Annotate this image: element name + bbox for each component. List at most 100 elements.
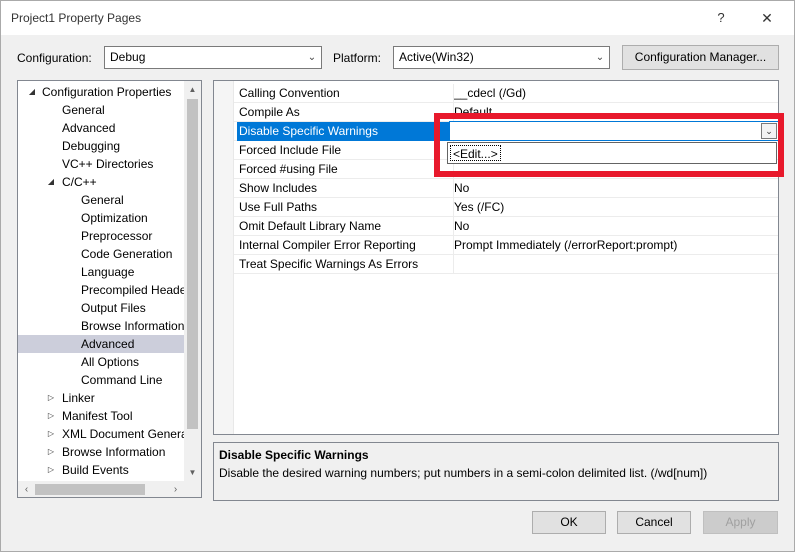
tree-item-label: Browse Information [62,445,166,459]
apply-button[interactable]: Apply [703,511,778,534]
property-value[interactable]: Default [453,103,778,122]
tree-item[interactable]: Advanced [18,119,184,137]
edit-option[interactable]: <Edit...> [450,145,501,161]
tree-item[interactable]: Browse Information [18,317,184,335]
platform-dropdown[interactable]: Active(Win32) ⌄ [393,46,610,69]
scroll-thumb[interactable] [35,484,145,495]
chevron-down-icon: ⌄ [595,52,605,63]
tree-item-label: Debugging [62,139,121,153]
scroll-left-icon[interactable]: ‹ [18,481,35,497]
expand-arrow-icon[interactable]: ▷ [45,461,57,479]
property-value[interactable]: __cdecl (/Gd) [453,84,778,103]
collapse-arrow-icon[interactable]: ◢ [26,83,38,101]
tree-item-label: Command Line [81,373,163,387]
close-icon[interactable]: ✕ [755,7,779,29]
property-name: Internal Compiler Error Reporting [239,238,416,252]
tree-item-label: XML Document Genera [62,427,184,441]
tree-item[interactable]: ▷ Linker [18,389,184,407]
tree-item[interactable]: Optimization [18,209,184,227]
tree-item[interactable]: Command Line [18,371,184,389]
tree-horizontal-scrollbar[interactable]: ‹ › [18,481,184,497]
tree-item-label: C/C++ [62,175,97,189]
expand-arrow-icon[interactable]: ▷ [45,425,57,443]
tree-item-label: Browse Information [81,319,184,333]
configuration-label: Configuration: [17,51,92,65]
property-value[interactable] [453,255,778,274]
expand-arrow-icon[interactable]: ▷ [45,407,57,425]
property-value[interactable]: No [453,217,778,236]
configuration-value: Debug [110,50,146,64]
tree-item[interactable]: ▷ Build Events [18,461,184,479]
ok-button[interactable]: OK [532,511,606,534]
property-row[interactable]: Internal Compiler Error Reporting Prompt … [234,236,778,255]
tree-item[interactable]: ▷ XML Document Genera [18,425,184,443]
tree-item-label: Code Generation [81,247,173,261]
property-name: Calling Convention [239,86,340,100]
property-name: Forced #using File [239,162,338,176]
property-row[interactable]: Treat Specific Warnings As Errors [234,255,778,274]
tree-item[interactable]: Precompiled Heade [18,281,184,299]
collapse-arrow-icon[interactable]: ◢ [45,173,57,191]
scroll-up-icon[interactable]: ▲ [184,81,201,98]
tree-vertical-scrollbar[interactable]: ▲ ▼ [184,81,201,481]
cancel-button[interactable]: Cancel [617,511,691,534]
property-row[interactable]: Calling Convention __cdecl (/Gd) [234,84,778,103]
chevron-down-icon[interactable]: ⌄ [761,123,777,139]
dropdown-list: <Edit...> [447,142,777,164]
tree-item-label: Manifest Tool [62,409,133,423]
tree-item[interactable]: Preprocessor [18,227,184,245]
tree-item[interactable]: General [18,191,184,209]
tree-item-label: Advanced [81,337,135,351]
scroll-right-icon[interactable]: › [167,481,184,497]
chevron-down-icon: ⌄ [307,52,317,63]
property-row[interactable]: Omit Default Library Name No [234,217,778,236]
tree-item-label: Build Events [62,463,129,477]
property-row[interactable]: Use Full Paths Yes (/FC) [234,198,778,217]
tree-item[interactable]: ▷ Manifest Tool [18,407,184,425]
grid-gutter [214,81,234,434]
tree-item[interactable]: Advanced [18,335,184,353]
tree-item[interactable]: Code Generation [18,245,184,263]
title-bar: Project1 Property Pages ? ✕ [1,1,794,35]
property-row[interactable]: Show Includes No [234,179,778,198]
configuration-manager-button[interactable]: Configuration Manager... [622,45,779,70]
property-name: Treat Specific Warnings As Errors [239,257,419,271]
property-tree: ◢ Configuration Properties General Advanced… [17,80,202,498]
help-icon[interactable]: ? [709,7,733,29]
property-pages-window: Project1 Property Pages ? ✕ Configuratio… [0,0,795,552]
expand-arrow-icon[interactable]: ▷ [45,443,57,461]
description-panel: Disable Specific Warnings Disable the de… [213,442,779,501]
configuration-dropdown[interactable]: Debug ⌄ [104,46,322,69]
scroll-down-icon[interactable]: ▼ [184,464,201,481]
property-value[interactable]: No [453,179,778,198]
disable-warnings-value-field[interactable]: ⌄ [449,121,779,141]
tree-item[interactable]: General [18,101,184,119]
property-value[interactable]: Yes (/FC) [453,198,778,217]
tree-item[interactable]: Debugging [18,137,184,155]
tree-item-label: Precompiled Heade [81,283,184,297]
tree-item[interactable]: ◢ Configuration Properties [18,83,184,101]
tree-item-label: General [81,193,124,207]
tree-item[interactable]: VC++ Directories [18,155,184,173]
tree-item[interactable]: ▷ Browse Information [18,443,184,461]
tree-item[interactable]: Language [18,263,184,281]
tree-item-label: Advanced [62,121,116,135]
tree-item[interactable]: Output Files [18,299,184,317]
property-row[interactable]: Compile As Default [234,103,778,122]
platform-value: Active(Win32) [399,50,474,64]
tree-item-label: Optimization [81,211,148,225]
platform-label: Platform: [333,51,382,65]
tree-item[interactable]: All Options [18,353,184,371]
expand-arrow-icon[interactable]: ▷ [45,389,57,407]
window-title: Project1 Property Pages [11,11,142,25]
property-value[interactable]: Prompt Immediately (/errorReport:prompt) [453,236,778,255]
scroll-thumb[interactable] [187,99,198,429]
tree-item-label: Language [81,265,135,279]
tree-item-label: Preprocessor [81,229,153,243]
tree-item-label: Configuration Properties [42,85,172,99]
description-title: Disable Specific Warnings [219,448,369,462]
tree-item[interactable]: ◢ C/C++ [18,173,184,191]
description-text: Disable the desired warning numbers; put… [219,466,708,480]
tree-item-label: General [62,103,105,117]
tree-item-label: All Options [81,355,140,369]
